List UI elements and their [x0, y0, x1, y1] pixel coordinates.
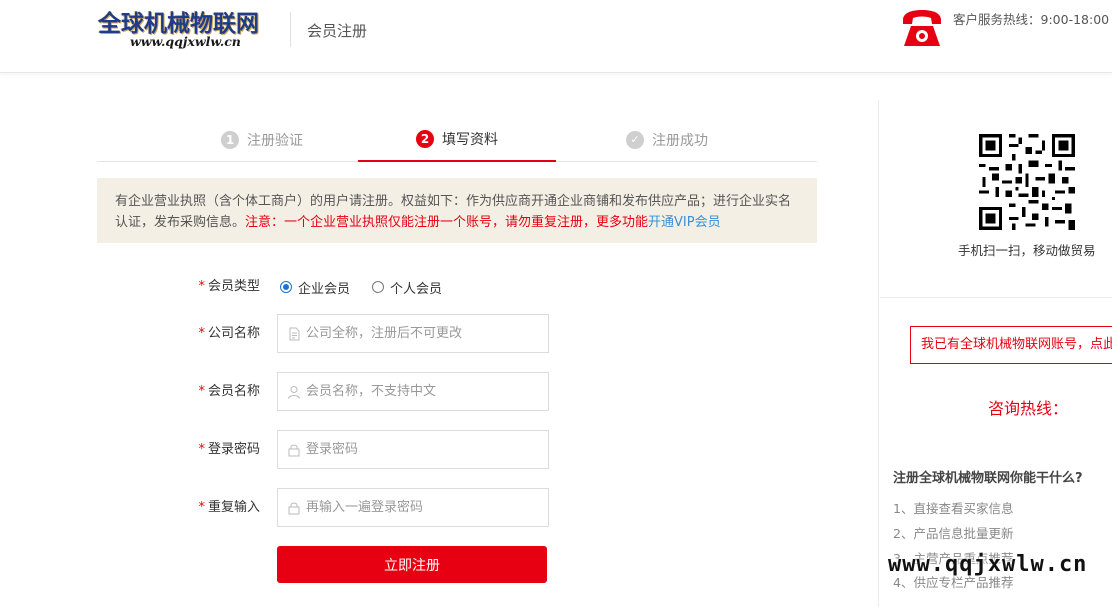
member-type-row: * 会员类型 企业会员 个人会员 [170, 267, 570, 307]
repeat-password-label: * 重复输入 [198, 500, 260, 515]
user-icon [288, 386, 300, 399]
site-logo[interactable]: 全球机械物联网 www.qqjxwlw.cn [98, 4, 278, 54]
repeat-password-input[interactable] [306, 489, 542, 526]
notice-warning: 注意：一个企业营业执照仅能注册一个账号，请勿重复注册，更多功能 [245, 215, 649, 230]
radio-personal-member[interactable]: 个人会员 [372, 278, 442, 297]
step-number: 2 [416, 130, 434, 148]
existing-account-login-link[interactable]: 我已有全球机械物联网账号，点此登录 [910, 326, 1112, 364]
member-name-field[interactable] [277, 372, 549, 411]
company-name-label: * 公司名称 [198, 326, 260, 341]
member-name-row: * 会员名称 [170, 372, 570, 412]
repeat-password-field[interactable] [277, 488, 549, 527]
password-field[interactable] [277, 430, 549, 469]
member-name-label: * 会员名称 [198, 384, 260, 399]
password-label: * 登录密码 [198, 442, 260, 457]
page-title: 会员注册 [307, 22, 368, 40]
consult-hotline: 咨询热线： [988, 399, 1069, 418]
vip-link[interactable]: 开通VIP会员 [648, 215, 721, 230]
logo-url: www.qqjxwlw.cn [130, 34, 241, 49]
step-label: 填写资料 [442, 132, 498, 148]
radio-dot[interactable] [280, 281, 292, 293]
password-input[interactable] [306, 431, 542, 468]
radio-dot[interactable] [372, 281, 385, 293]
company-name-field[interactable] [277, 314, 549, 353]
benefit-item: 1、直接查看买家信息 [893, 501, 1014, 516]
customer-hotline: 客户服务热线：9:00-18:00 [953, 12, 1110, 27]
step-fill-info: 2 填写资料 [358, 118, 556, 162]
benefits-title: 注册全球机械物联网你能干什么? [893, 471, 1083, 486]
register-button[interactable]: 立即注册 [277, 546, 547, 583]
step-success: ✓ 注册成功 [587, 118, 747, 162]
lock-icon [288, 502, 300, 515]
member-type-label: * 会员类型 [198, 279, 260, 294]
watermark: www.qqjxwlw.cn [888, 552, 1088, 577]
check-icon: ✓ [626, 131, 644, 149]
sidebar-divider [878, 100, 879, 607]
lock-icon [288, 444, 300, 457]
repeat-password-row: * 重复输入 [170, 488, 570, 528]
step-number: 1 [221, 131, 239, 149]
header-divider [290, 12, 291, 47]
password-row: * 登录密码 [170, 430, 570, 470]
benefit-item: 2、产品信息批量更新 [893, 526, 1014, 541]
registration-notice: 有企业营业执照（含个体工商户）的用户请注册。权益如下：作为供应商开通企业商铺和发… [97, 178, 817, 243]
step-label: 注册验证 [247, 133, 303, 149]
qr-code-icon [979, 134, 1075, 230]
company-name-row: * 公司名称 [170, 314, 570, 354]
step-label: 注册成功 [652, 133, 708, 149]
page-header: 全球机械物联网 www.qqjxwlw.cn 会员注册 客户服务热线：9:00-… [0, 0, 1112, 73]
telephone-icon [903, 10, 941, 46]
sidebar-separator [880, 297, 1112, 298]
document-icon [289, 327, 300, 341]
step-verify: 1 注册验证 [187, 118, 337, 162]
qr-caption: 手机扫一扫，移动做贸易 [958, 243, 1096, 258]
logo-title: 全球机械物联网 [98, 10, 259, 37]
member-type-radio-group: 企业会员 个人会员 [280, 267, 464, 307]
member-name-input[interactable] [306, 373, 542, 410]
radio-enterprise-member[interactable]: 企业会员 [280, 278, 350, 297]
registration-steps: 1 注册验证 2 填写资料 ✓ 注册成功 [97, 118, 817, 162]
company-name-input[interactable] [306, 315, 542, 352]
